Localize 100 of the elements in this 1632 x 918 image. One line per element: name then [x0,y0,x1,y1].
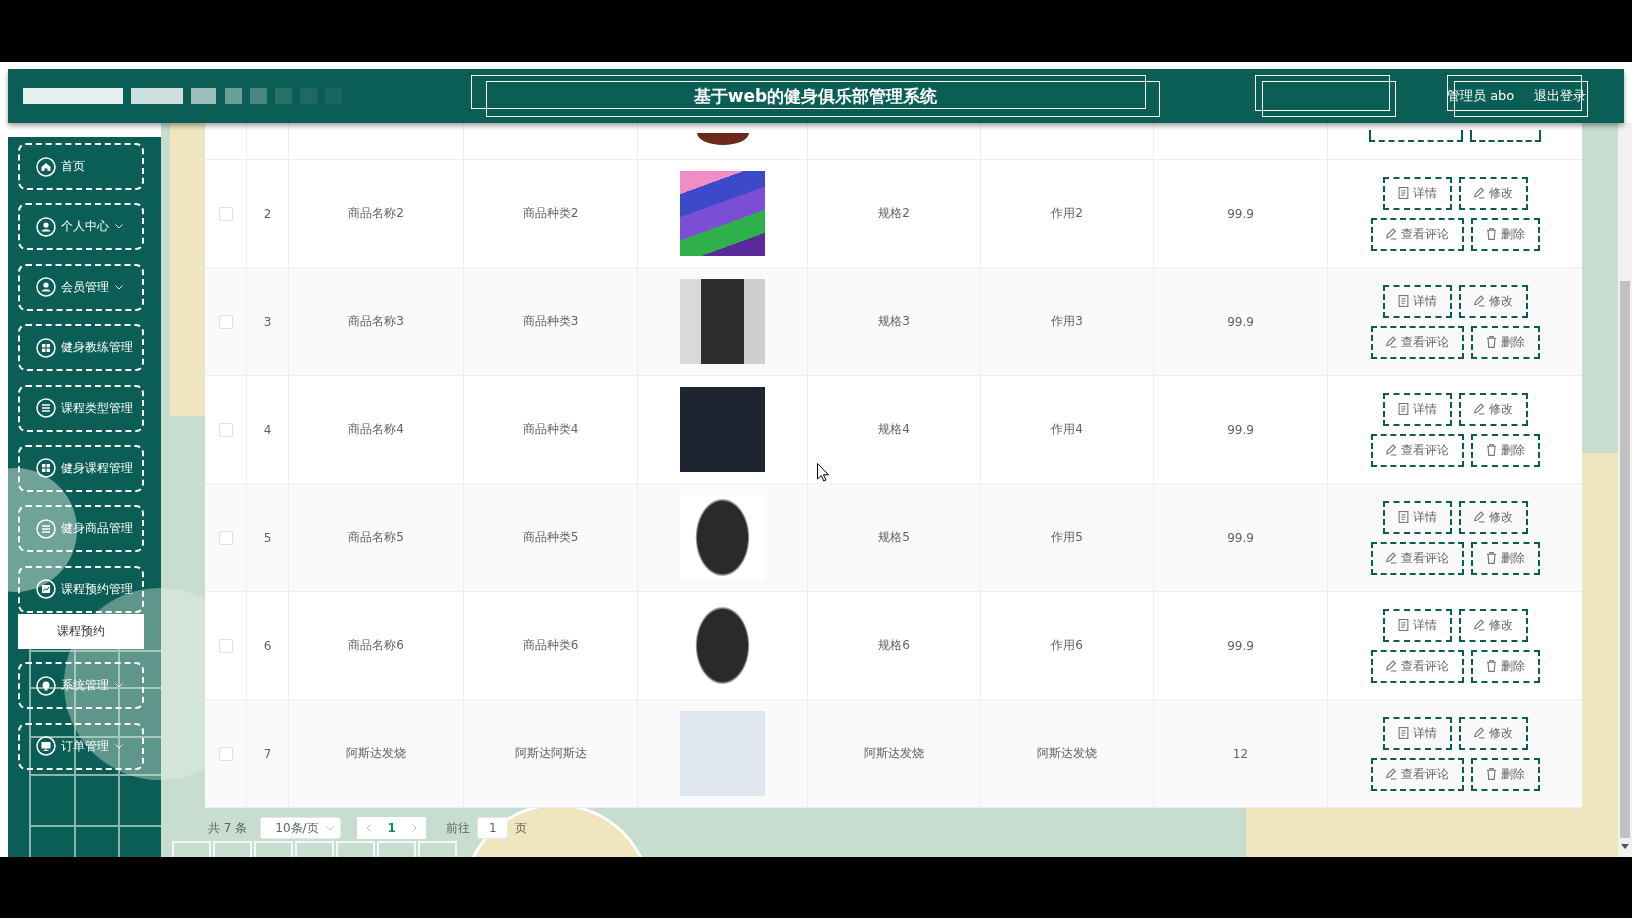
page-size-select[interactable]: 10条/页 [260,817,342,839]
pencil-icon [1473,295,1485,307]
pencil-icon [1473,403,1485,415]
comments-button[interactable]: 查看评论 [1370,649,1464,683]
grid-tile [172,841,211,857]
document-icon [1397,187,1409,199]
table-cell: 阿斯达阿斯达 [464,700,638,807]
comments-button[interactable]: 查看评论 [1370,541,1464,575]
table-cell: 2 [247,160,289,267]
table-cell: 商品种类2 [464,160,638,267]
pencil-icon [1385,768,1397,780]
edit-button[interactable]: 修改 [1458,392,1528,426]
page-input[interactable]: 1 [477,817,509,839]
table-cell: 6 [247,592,289,699]
table-cell: 商品名称2 [289,160,464,267]
delete-button[interactable]: 删除 [1470,541,1540,575]
table-cell: 7 [247,700,289,807]
list-icon [36,518,56,539]
chevron-down-icon [115,743,123,749]
delete-button[interactable]: 删除 [1470,649,1540,683]
comments-button[interactable]: 查看评论 [1370,433,1464,467]
menu-item[interactable]: 个人中心 [18,203,144,251]
comments-button[interactable]: 查看评论 [1370,325,1464,359]
table-cell: 作用6 [981,592,1154,699]
page-button[interactable]: 1 [387,821,396,835]
checkbox[interactable] [218,530,233,545]
menu-item[interactable]: 课程类型管理 [18,384,144,432]
delete-button[interactable]: 删除 [1470,325,1540,359]
table-cell: 商品名称3 [289,268,464,375]
scrollbar[interactable] [1618,123,1632,857]
checkbox[interactable] [218,746,233,761]
scroll-down-icon[interactable] [1621,844,1629,849]
menu-item[interactable]: 订单管理 [18,722,144,770]
grid-icon [36,337,56,358]
menu-item[interactable]: 健身教练管理 [18,324,144,372]
table-cell: 规格3 [808,268,981,375]
table-cell: 规格6 [808,592,981,699]
action-button[interactable] [1369,130,1463,142]
table-cell: 99.9 [1154,268,1328,375]
scrollbar-thumb[interactable] [1620,281,1630,838]
table-cell: 商品名称5 [289,484,464,591]
edit-button[interactable]: 修改 [1458,608,1528,642]
grid-tile [377,841,416,857]
table-cell: 99.9 [1154,160,1328,267]
document-icon [1397,511,1409,523]
table-cell: 99.9 [1154,376,1328,483]
pencil-icon [1385,228,1397,240]
comments-button[interactable]: 查看评论 [1370,217,1464,251]
details-button[interactable]: 详情 [1382,608,1452,642]
table-cell: 作用2 [981,160,1154,267]
edit-button[interactable]: 修改 [1458,716,1528,750]
menu-item[interactable]: 会员管理 [18,263,144,311]
page-unit-label: 页 [515,819,528,837]
checkbox[interactable] [218,206,233,221]
menu-item[interactable]: 课程预约管理 [18,565,144,613]
user-icon [36,277,56,298]
table-cell: 商品种类6 [464,592,638,699]
details-button[interactable]: 详情 [1382,500,1452,534]
goto-label: 前往 [446,819,471,837]
checkbox[interactable] [218,314,233,329]
chevron-left-icon [366,824,372,832]
document-icon [1397,403,1409,415]
edit-button[interactable]: 修改 [1458,176,1528,210]
details-button[interactable]: 详情 [1382,176,1452,210]
table-cell: 商品名称6 [289,592,464,699]
details-button[interactable]: 详情 [1382,716,1452,750]
document-icon [1397,727,1409,739]
details-button[interactable]: 详情 [1382,284,1452,318]
total-count: 共 7 条 [208,819,248,837]
pencil-icon [1385,336,1397,348]
delete-button[interactable]: 删除 [1470,757,1540,791]
edit-button[interactable]: 修改 [1458,500,1528,534]
cursor-icon [817,463,829,482]
table-cell: 作用4 [981,376,1154,483]
checkbox[interactable] [218,638,233,653]
checkbox[interactable] [218,422,233,437]
menu-item[interactable]: 首页 [18,143,144,190]
menu-item[interactable]: 健身课程管理 [18,444,144,492]
document-icon [1397,619,1409,631]
trash-icon [1485,444,1497,456]
action-button[interactable] [1470,130,1541,142]
table-cell: 12 [1154,700,1328,807]
chevron-down-icon [115,683,123,689]
delete-button[interactable]: 删除 [1470,433,1540,467]
submenu-item[interactable]: 课程预约 [18,613,144,649]
delete-button[interactable]: 删除 [1470,217,1540,251]
table-cell: 作用3 [981,268,1154,375]
photo-placeholder [696,133,749,145]
menu-item[interactable]: 健身商品管理 [18,505,144,553]
document-icon [1397,295,1409,307]
pencil-icon [1473,727,1485,739]
trash-icon [1485,228,1497,240]
details-button[interactable]: 详情 [1382,392,1452,426]
edit-button[interactable]: 修改 [1458,284,1528,318]
table-cell: 商品名称4 [289,376,464,483]
table-cell: 规格2 [808,160,981,267]
chevron-down-icon [115,284,123,290]
window-title: 基于web的健身俱乐部管理系统 [693,84,938,108]
monitor-icon [36,736,56,756]
comments-button[interactable]: 查看评论 [1370,757,1464,791]
